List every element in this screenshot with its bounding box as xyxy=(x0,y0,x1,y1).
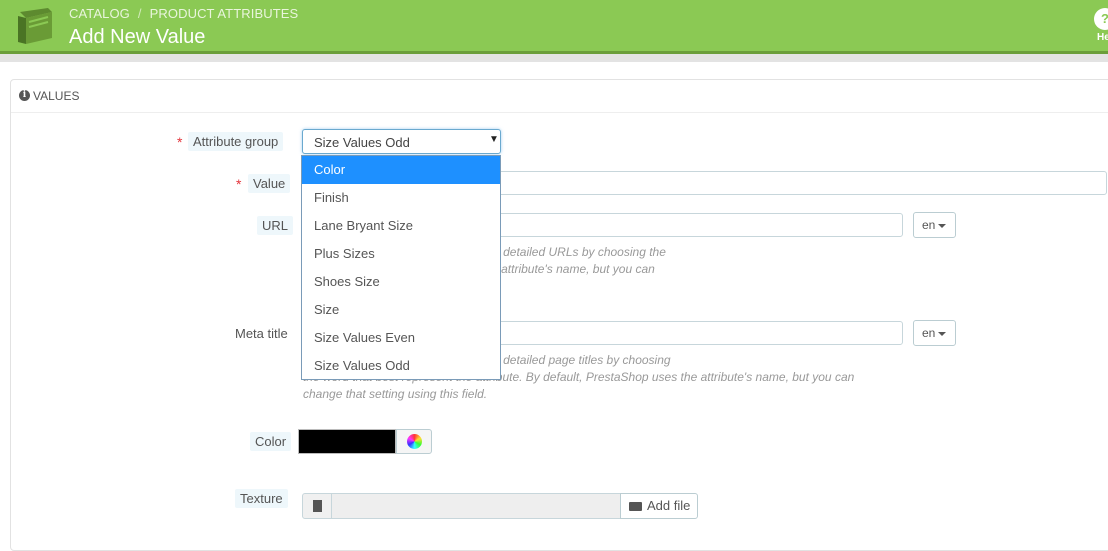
value-label: Value xyxy=(248,174,291,193)
breadcrumb: CATALOG / PRODUCT ATTRIBUTES xyxy=(69,6,298,21)
dropdown-option-lane-bryant-size[interactable]: Lane Bryant Size xyxy=(302,212,500,240)
add-file-button[interactable]: Add file xyxy=(620,493,698,519)
url-language-dropdown[interactable]: en xyxy=(913,212,956,238)
caret-down-icon xyxy=(938,223,947,228)
dropdown-option-size[interactable]: Size xyxy=(302,296,500,324)
caret-down-icon xyxy=(938,331,947,336)
file-icon-addon xyxy=(302,493,332,519)
help-line: change that setting using this field. xyxy=(303,387,488,401)
dropdown-option-size-values-even[interactable]: Size Values Even xyxy=(302,324,500,352)
meta-title-lang-label: en xyxy=(922,326,936,340)
required-marker: * xyxy=(236,176,242,192)
values-panel: i VALUES xyxy=(10,79,1108,551)
attribute-group-dropdown-list: Color Finish Lane Bryant Size Plus Sizes… xyxy=(301,155,501,380)
texture-label: Texture xyxy=(235,489,288,508)
page-title: Add New Value xyxy=(69,26,206,48)
color-label: Color xyxy=(250,432,292,451)
color-value-swatch[interactable] xyxy=(298,429,396,454)
file-icon xyxy=(313,500,322,512)
meta-title-language-dropdown[interactable]: en xyxy=(913,320,956,346)
breadcrumb-product-attributes[interactable]: PRODUCT ATTRIBUTES xyxy=(150,6,299,21)
panel-heading: i VALUES xyxy=(11,80,1108,113)
dropdown-option-size-values-odd[interactable]: Size Values Odd xyxy=(302,352,500,380)
url-lang-label: en xyxy=(922,218,936,232)
breadcrumb-separator: / xyxy=(137,6,142,21)
help-icon: ? xyxy=(1094,8,1108,30)
catalog-book-icon xyxy=(18,8,52,44)
required-marker: * xyxy=(177,134,183,150)
attribute-group-label: Attribute group xyxy=(188,132,284,151)
panel-title: VALUES xyxy=(33,89,80,103)
texture-file-field[interactable] xyxy=(331,493,621,519)
dropdown-option-shoes-size[interactable]: Shoes Size xyxy=(302,268,500,296)
info-icon: i xyxy=(19,90,30,101)
header-shadow xyxy=(0,54,1108,62)
help-button[interactable]: ? He xyxy=(1094,8,1108,48)
color-picker-button[interactable] xyxy=(396,429,432,454)
dropdown-option-plus-sizes[interactable]: Plus Sizes xyxy=(302,240,500,268)
attribute-group-select[interactable]: Size Values Odd ▼ xyxy=(302,129,501,154)
page-header: CATALOG / PRODUCT ATTRIBUTES Add New Value… xyxy=(0,0,1108,51)
add-file-label: Add file xyxy=(647,498,691,513)
folder-open-icon xyxy=(629,502,642,511)
color-wheel-icon xyxy=(407,434,422,449)
url-label: URL xyxy=(257,216,294,235)
meta-title-label: Meta title xyxy=(235,326,288,341)
help-label: He xyxy=(1097,32,1108,43)
dropdown-option-color[interactable]: Color xyxy=(302,156,500,184)
breadcrumb-catalog[interactable]: CATALOG xyxy=(69,6,130,21)
dropdown-option-finish[interactable]: Finish xyxy=(302,184,500,212)
dropdown-arrow-icon: ▼ xyxy=(489,134,499,145)
attribute-group-selected: Size Values Odd xyxy=(314,135,410,150)
